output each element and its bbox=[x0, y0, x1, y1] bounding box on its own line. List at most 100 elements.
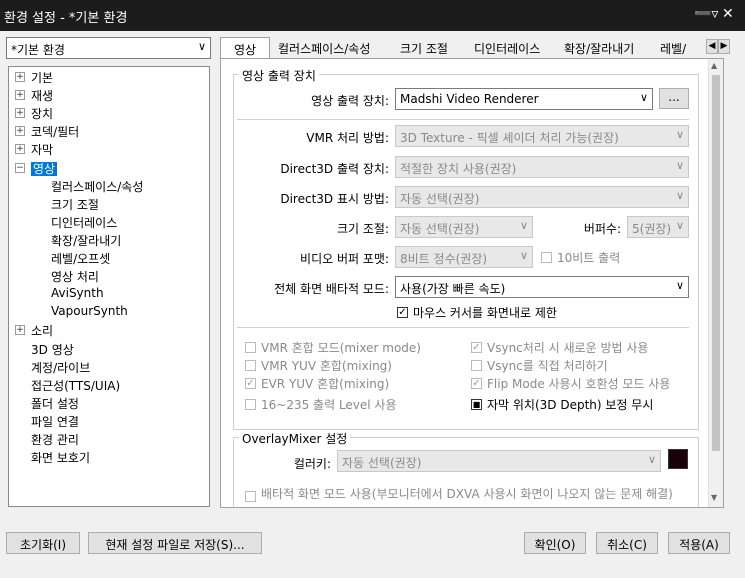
tree-item[interactable]: VapourSynth bbox=[51, 304, 128, 318]
panel-scrollbar[interactable]: ▲ ▼ bbox=[708, 59, 723, 507]
tree-item[interactable]: 크기 조절 bbox=[51, 196, 99, 213]
expand-icon[interactable]: + bbox=[15, 126, 25, 137]
scroll-down-icon[interactable]: ▼ bbox=[711, 493, 717, 502]
divider bbox=[237, 119, 689, 120]
expand-icon[interactable]: + bbox=[15, 144, 25, 155]
ok-button[interactable]: 확인(O) bbox=[524, 532, 586, 554]
tenbit-checkbox[interactable] bbox=[541, 252, 552, 263]
profile-select[interactable]: *기본 환경 ∨ bbox=[6, 37, 211, 59]
tab-expand-crop[interactable]: 확장/잘라내기 bbox=[564, 37, 634, 59]
tree-item[interactable]: 컬러스페이스/속성 bbox=[51, 178, 143, 195]
tree-item[interactable]: AviSynth bbox=[51, 286, 104, 300]
vmr-label: VMR 처리 방법: bbox=[306, 131, 389, 145]
tree-item-label: 디인터레이스 bbox=[51, 215, 118, 230]
tree-item-label: 레벨/오프셋 bbox=[51, 252, 111, 266]
vsync-direct-checkbox[interactable] bbox=[471, 360, 482, 371]
tab-level[interactable]: 레벨/ bbox=[660, 37, 704, 59]
scroll-up-icon[interactable]: ▲ bbox=[711, 61, 717, 70]
tree-item[interactable]: 계정/라이브 bbox=[31, 359, 90, 376]
cancel-button[interactable]: 취소(C) bbox=[596, 532, 658, 554]
browse-button[interactable]: ... bbox=[659, 88, 689, 109]
option-label: EVR YUV 혼합(mixing) bbox=[261, 377, 390, 391]
divider bbox=[237, 327, 689, 328]
tree-item[interactable]: + 소리 bbox=[15, 322, 53, 339]
tab-colorspace[interactable]: 컬러스페이스/속성 bbox=[278, 37, 370, 59]
expand-icon[interactable]: + bbox=[15, 72, 25, 82]
tree-item[interactable]: + 장치 bbox=[15, 105, 53, 122]
subtitle-depth-checkbox[interactable]: ■ bbox=[471, 399, 482, 410]
tree-item[interactable]: + 재생 bbox=[15, 87, 53, 104]
tree-item[interactable]: 환경 관리 bbox=[31, 431, 79, 448]
tab-video[interactable]: 영상 bbox=[220, 37, 270, 59]
flip-compat-checkbox[interactable]: ✓ bbox=[471, 378, 482, 389]
pin-icon[interactable]: ➖▿ bbox=[694, 6, 718, 22]
fullscreen-select[interactable]: 사용(가장 빠른 속도) ∨ bbox=[395, 276, 689, 298]
evr-yuv-checkbox[interactable]: ✓ bbox=[245, 378, 256, 389]
resize-select[interactable]: 자동 선택(권장) ∨ bbox=[395, 216, 533, 238]
collapse-icon[interactable]: − bbox=[15, 162, 25, 173]
tab-resize[interactable]: 크기 조절 bbox=[400, 37, 448, 59]
mouse-checkbox[interactable]: ✓ bbox=[397, 307, 408, 318]
option-label: VMR YUV 혼합(mixing) bbox=[261, 359, 392, 373]
window-title: 환경 설정 - *기본 환경 bbox=[4, 11, 128, 26]
vsync-new-checkbox[interactable]: ✓ bbox=[471, 342, 482, 353]
tree-item[interactable]: − 영상 bbox=[15, 160, 58, 177]
settings-tree[interactable]: + 기본 + 재생 + 장치 + 코덱/필터 + 자막 − 영상 컬러스페이스/속성 크기 조절 디인터레이… bbox=[8, 66, 210, 507]
d3d-device-label: Direct3D 출력 장치: bbox=[280, 162, 389, 176]
tab-scroll-left-icon[interactable]: ◀ bbox=[706, 39, 718, 54]
tree-item[interactable]: + 코덱/필터 bbox=[15, 123, 80, 140]
tree-item[interactable]: 레벨/오프셋 bbox=[51, 250, 110, 267]
reset-button[interactable]: 초기화(I) bbox=[6, 532, 80, 554]
expand-icon[interactable]: + bbox=[15, 108, 25, 119]
tree-item-label: 파일 연결 bbox=[31, 414, 79, 429]
save-settings-file-button[interactable]: 현재 설정 파일로 저장(S)... bbox=[88, 532, 262, 554]
d3d-device-select[interactable]: 적절한 장치 사용(권장) ∨ bbox=[395, 156, 689, 178]
expand-icon[interactable]: + bbox=[15, 325, 25, 336]
tree-item[interactable]: 화면 보호기 bbox=[31, 449, 90, 466]
tree-item[interactable]: 접근성(TTS/UIA) bbox=[31, 377, 120, 394]
level-16-235-checkbox[interactable] bbox=[245, 399, 256, 410]
vmr-mixer-checkbox[interactable] bbox=[245, 342, 256, 353]
scrollbar-thumb[interactable] bbox=[712, 75, 720, 451]
vbuf-select[interactable]: 8비트 정수(권장) ∨ bbox=[395, 246, 533, 268]
close-icon[interactable]: ✕ bbox=[722, 6, 734, 22]
output-group-title: 영상 출력 장치 bbox=[239, 67, 319, 84]
vbuf-label: 비디오 버퍼 포맷: bbox=[300, 252, 389, 266]
vmr-select[interactable]: 3D Texture - 픽셀 셰이더 처리 가능(권장) ∨ bbox=[395, 125, 689, 147]
tree-item[interactable]: + 기본 bbox=[15, 69, 53, 86]
settings-panel: 영상 출력 장치 영상 출력 장치: Madshi Video Renderer… bbox=[220, 58, 724, 508]
tree-item[interactable]: 디인터레이스 bbox=[51, 214, 117, 231]
tree-item-label: 코덱/필터 bbox=[31, 125, 80, 140]
tree-item[interactable]: 폴더 설정 bbox=[31, 395, 79, 412]
vmr-yuv-checkbox[interactable] bbox=[245, 360, 256, 371]
d3d-display-value: 자동 선택(권장) bbox=[400, 192, 480, 206]
tree-item[interactable]: 영상 처리 bbox=[51, 268, 99, 285]
buffer-select-value: 5(권장) bbox=[632, 222, 672, 236]
tree-item-label: 자막 bbox=[31, 143, 54, 158]
tree-item[interactable]: 확장/잘라내기 bbox=[51, 232, 121, 249]
tree-item-label: 환경 관리 bbox=[31, 433, 79, 447]
colorkey-select[interactable]: 자동 선택(권장) ∨ bbox=[337, 450, 661, 472]
tab-label: 영상 bbox=[233, 43, 257, 57]
option-label: Vsync처리 시 새로운 방법 사용 bbox=[487, 341, 649, 355]
device-select[interactable]: Madshi Video Renderer ∨ bbox=[395, 88, 653, 110]
colorkey-select-value: 자동 선택(권장) bbox=[342, 456, 422, 470]
option-label: VMR 혼합 모드(mixer mode) bbox=[261, 341, 421, 355]
tab-deinterlace[interactable]: 디인터레이스 bbox=[474, 37, 540, 59]
overlay-group-title: OverlayMixer 설정 bbox=[239, 430, 351, 447]
tree-item[interactable]: + 자막 bbox=[15, 141, 54, 158]
tree-item-label: 3D 영상 bbox=[31, 342, 74, 357]
apply-button[interactable]: 적용(A) bbox=[668, 532, 730, 554]
chevron-down-icon: ∨ bbox=[675, 159, 684, 172]
tab-scroll-right-icon[interactable]: ▶ bbox=[718, 39, 730, 54]
tab-label: 디인터레이스 bbox=[474, 42, 541, 56]
colorkey-swatch[interactable] bbox=[668, 449, 688, 469]
tab-label: 컬러스페이스/속성 bbox=[278, 42, 371, 56]
d3d-display-select[interactable]: 자동 선택(권장) ∨ bbox=[395, 186, 689, 208]
exclusive-dxva-checkbox[interactable] bbox=[245, 491, 256, 502]
tree-item-label: 영상 처리 bbox=[51, 270, 99, 285]
tree-item[interactable]: 3D 영상 bbox=[31, 341, 74, 358]
expand-icon[interactable]: + bbox=[15, 90, 25, 101]
buffer-select[interactable]: 5(권장) ∨ bbox=[627, 216, 689, 238]
tree-item[interactable]: 파일 연결 bbox=[31, 413, 79, 430]
